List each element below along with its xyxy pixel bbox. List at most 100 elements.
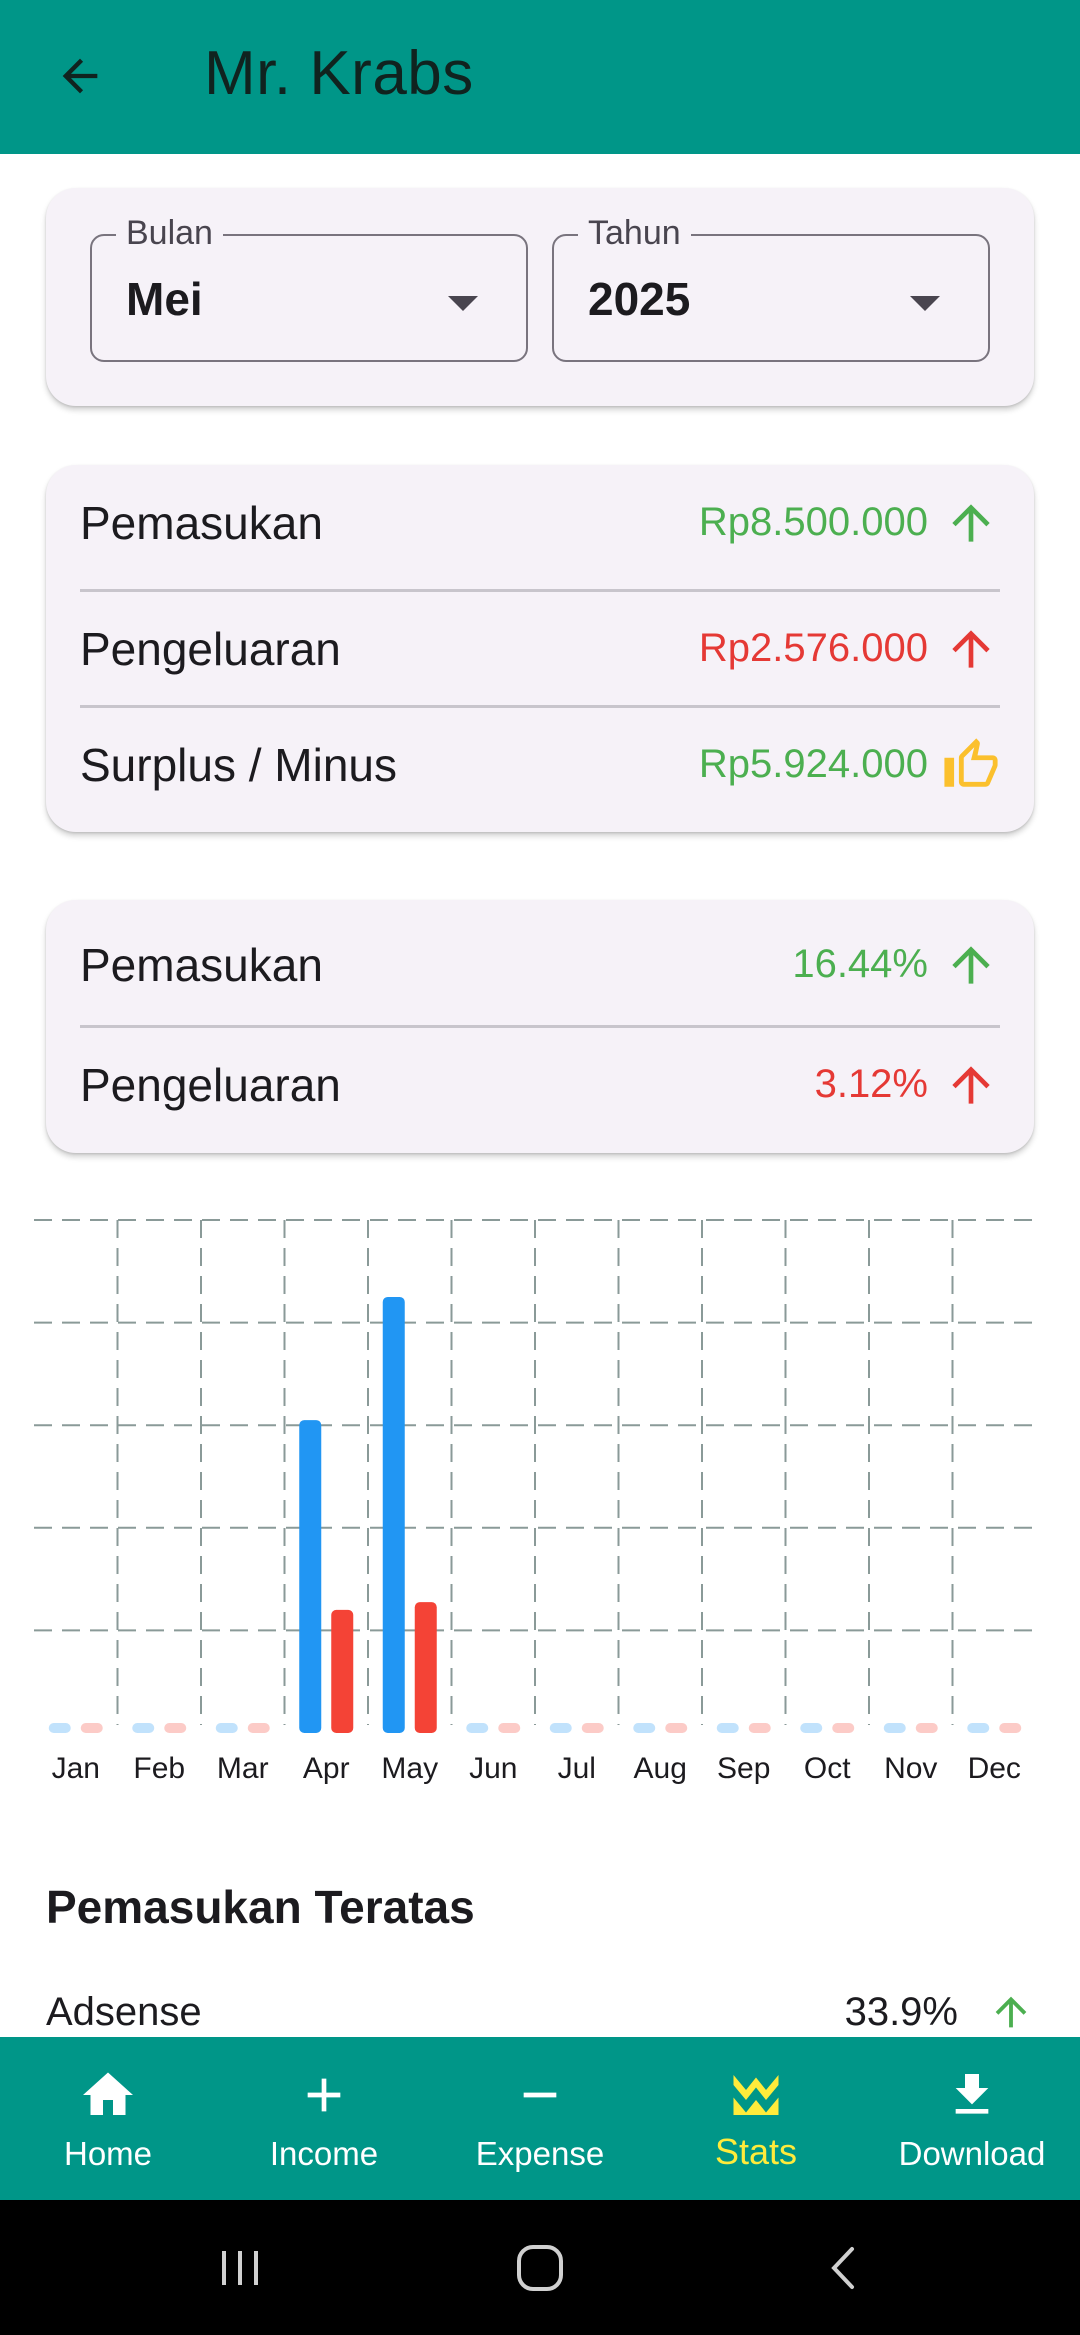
caret-down-icon [448, 296, 478, 311]
bar-income-oct [800, 1723, 823, 1733]
summary-surplus-label: Surplus / Minus [80, 738, 398, 791]
x-tick-label-may: May [381, 1752, 438, 1785]
percent-income-row: Pemasukan 16.44% [80, 907, 1000, 1022]
x-tick-label-jan: Jan [52, 1752, 100, 1785]
bar-income-mar [215, 1723, 238, 1733]
x-tick-label-sep: Sep [717, 1752, 770, 1785]
x-tick-label-dec: Dec [968, 1752, 1021, 1785]
arrow-up-icon [995, 1996, 1027, 2028]
summary-surplus-row: Surplus / Minus Rp5.924.000 [80, 707, 1000, 822]
nav-item-stats[interactable]: Stats [648, 2037, 864, 2200]
home-circle-icon [517, 2244, 563, 2291]
nav-item-income[interactable]: Income [216, 2037, 432, 2200]
bar-income-feb [132, 1723, 155, 1733]
plus-icon [292, 2065, 356, 2125]
bar-income-may [382, 1296, 405, 1733]
nav-label-stats: Stats [714, 2131, 798, 2172]
arrow-up-icon [942, 494, 1000, 552]
percent-expense-row: Pengeluaran 3.12% [80, 1027, 1000, 1142]
top-income-title: Pemasukan Teratas [46, 1881, 475, 1933]
nav-label-expense: Expense [475, 2135, 605, 2172]
thumb-up-icon [942, 736, 1000, 794]
top-income-item-label: Adsense [46, 1989, 202, 2034]
month-dropdown-label: Bulan [116, 214, 223, 253]
back-system-button[interactable] [805, 2200, 885, 2335]
summary-expense-value: Rp2.576.000 [698, 626, 928, 670]
bar-expense-feb [164, 1723, 187, 1733]
filter-card: Bulan Mei Tahun 2025 [46, 188, 1034, 406]
caret-down-icon [910, 296, 940, 311]
percent-expense-value: 3.12% [814, 1062, 928, 1106]
percentage-card: Pemasukan 16.44% Pengeluaran 3.12% [46, 900, 1034, 1153]
summary-income-label: Pemasukan [80, 496, 323, 549]
bar-income-dec [967, 1723, 990, 1733]
bar-expense-oct [832, 1723, 855, 1733]
bottom-navigation: Home Income Expense Stats Download [0, 2037, 1080, 2200]
summary-income-row: Pemasukan Rp8.500.000 [80, 465, 1000, 580]
x-tick-label-nov: Nov [884, 1752, 937, 1785]
bar-expense-may [414, 1602, 437, 1733]
bar-expense-aug [665, 1723, 688, 1733]
bar-expense-jul [581, 1723, 604, 1733]
recent-apps-icon [222, 2250, 258, 2285]
recent-apps-button[interactable] [200, 2200, 280, 2335]
stats-icon [724, 2065, 788, 2125]
percent-income-value: 16.44% [792, 942, 928, 986]
top-income-item: Adsense 33.9% [46, 1982, 1034, 2042]
monthly-bar-chart: Jan Feb Mar Apr May Jun Jul Aug Sep Oct Nov Dec [34, 1219, 1036, 1785]
bar-expense-nov [915, 1723, 938, 1733]
percent-expense-label: Pengeluaran [80, 1058, 341, 1111]
x-tick-label-oct: Oct [804, 1752, 851, 1785]
x-tick-label-feb: Feb [133, 1752, 185, 1785]
top-income-item-value: 33.9% [844, 1989, 958, 2034]
summary-income-value: Rp8.500.000 [698, 500, 928, 544]
bar-expense-apr [331, 1609, 354, 1733]
nav-label-download: Download [898, 2135, 1046, 2172]
x-tick-label-apr: Apr [303, 1752, 350, 1785]
minus-icon [508, 2065, 572, 2125]
bar-income-jan [48, 1723, 71, 1733]
chevron-left-icon [831, 2246, 854, 2289]
month-dropdown-value: Mei [126, 273, 203, 325]
nav-item-expense[interactable]: Expense [432, 2037, 648, 2200]
system-navigation-bar [0, 2200, 1080, 2335]
bar-expense-jan [80, 1723, 103, 1733]
home-system-button[interactable] [500, 2200, 580, 2335]
bar-income-apr [299, 1420, 322, 1733]
year-dropdown-label: Tahun [578, 214, 691, 253]
back-button[interactable] [48, 44, 112, 108]
bar-income-sep [716, 1723, 739, 1733]
bar-income-nov [883, 1723, 906, 1733]
month-dropdown[interactable]: Bulan Mei [90, 214, 528, 362]
x-tick-label-aug: Aug [634, 1752, 687, 1785]
bar-income-jul [549, 1723, 572, 1733]
arrow-up-icon [942, 620, 1000, 678]
bar-expense-mar [247, 1723, 270, 1733]
summary-expense-label: Pengeluaran [80, 622, 341, 675]
app-bar: Mr. Krabs [0, 0, 1080, 154]
download-icon [940, 2065, 1004, 2125]
year-dropdown[interactable]: Tahun 2025 [552, 214, 990, 362]
nav-label-income: Income [269, 2135, 379, 2172]
x-tick-label-jun: Jun [469, 1752, 517, 1785]
summary-card: Pemasukan Rp8.500.000 Pengeluaran Rp2.57… [46, 465, 1034, 832]
arrow-back-icon [62, 58, 98, 94]
nav-item-home[interactable]: Home [0, 2037, 216, 2200]
nav-label-home: Home [63, 2135, 153, 2172]
bar-expense-sep [748, 1723, 771, 1733]
bar-income-aug [633, 1723, 656, 1733]
arrow-up-icon [942, 936, 1000, 994]
arrow-up-icon [942, 1056, 1000, 1114]
bar-expense-jun [498, 1723, 521, 1733]
x-tick-label-mar: Mar [217, 1752, 269, 1785]
summary-surplus-value: Rp5.924.000 [698, 742, 928, 786]
summary-expense-row: Pengeluaran Rp2.576.000 [80, 591, 1000, 706]
nav-item-download[interactable]: Download [864, 2037, 1080, 2200]
x-tick-label-jul: Jul [558, 1752, 596, 1785]
bar-income-jun [466, 1723, 489, 1733]
home-icon [76, 2065, 140, 2125]
year-dropdown-value: 2025 [588, 273, 691, 325]
bar-expense-dec [999, 1723, 1022, 1733]
page-title: Mr. Krabs [204, 39, 474, 108]
percent-income-label: Pemasukan [80, 938, 323, 991]
